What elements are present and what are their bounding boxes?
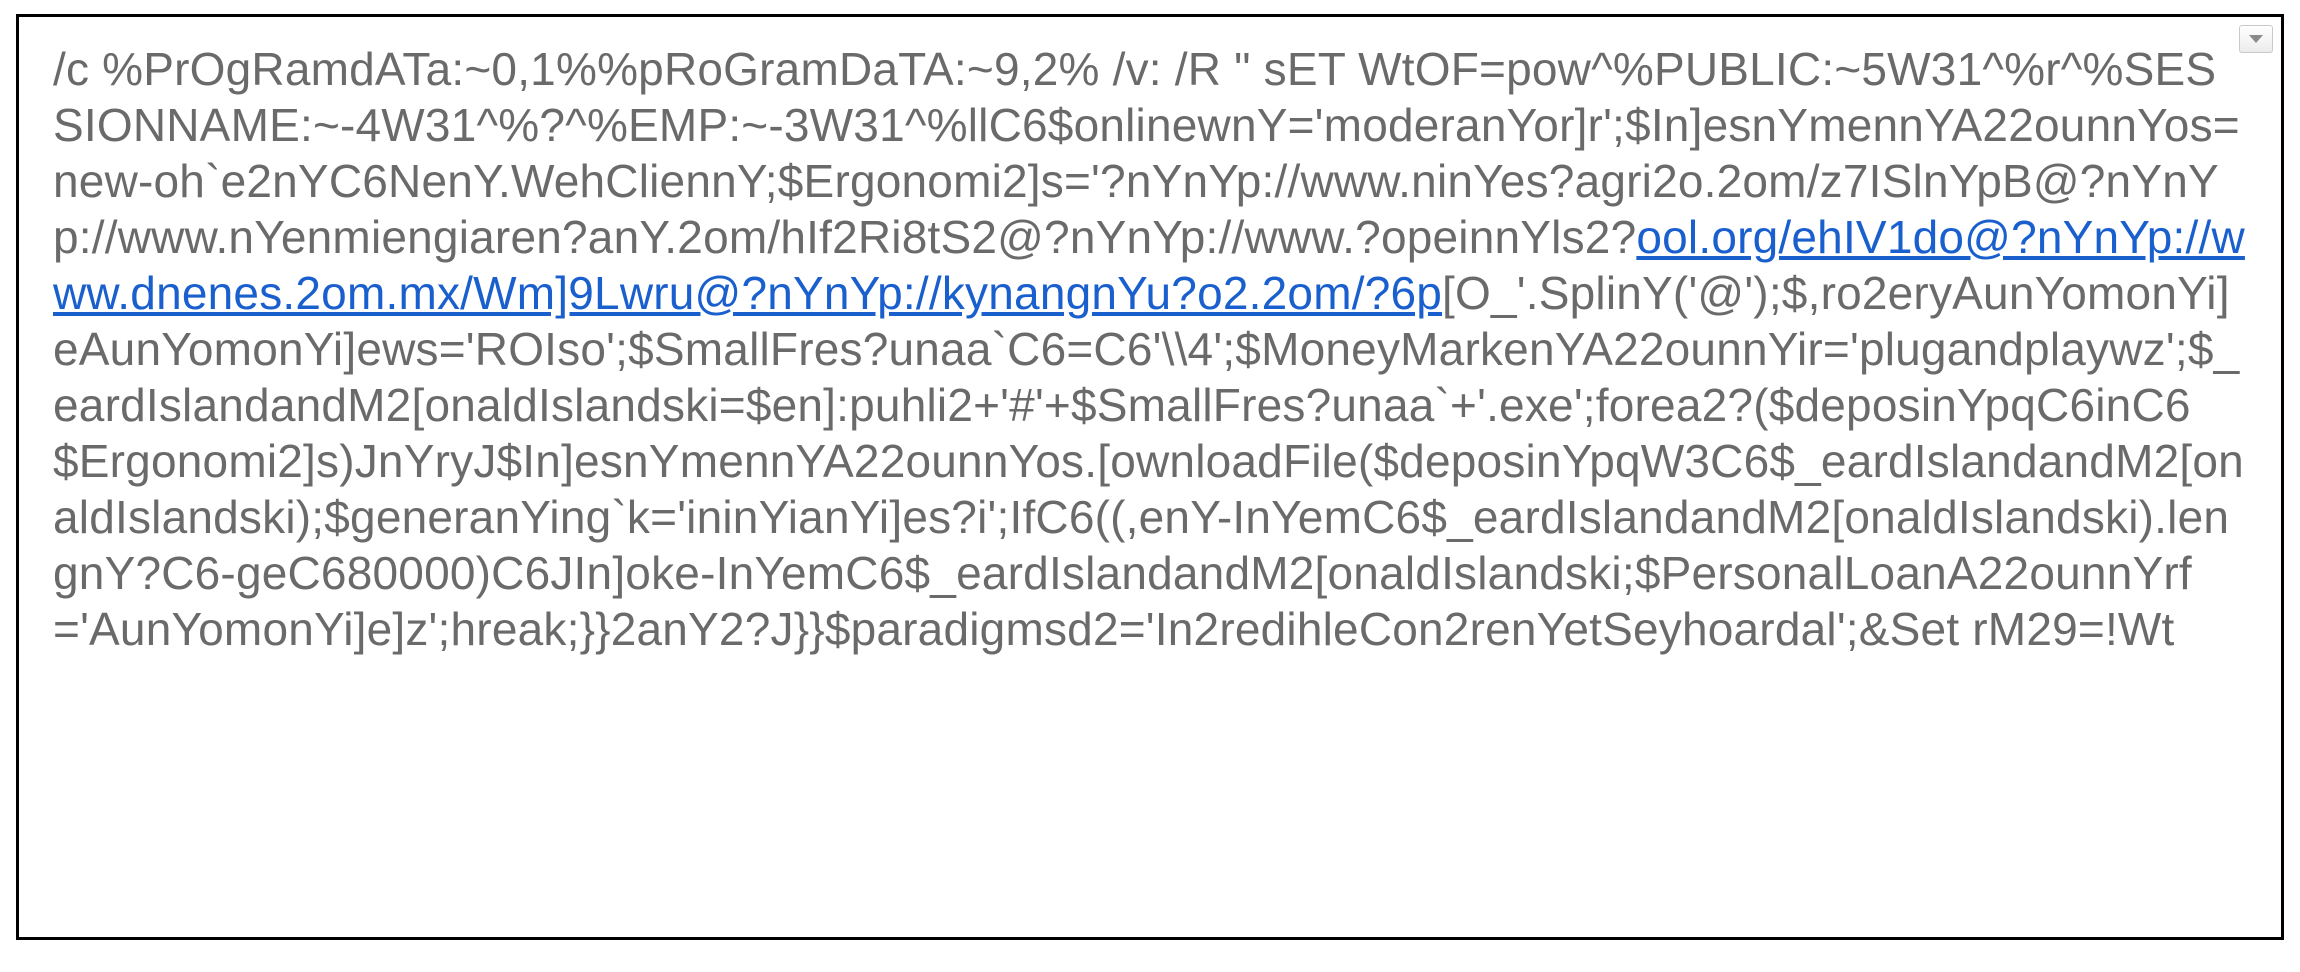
chevron-down-icon bbox=[2248, 34, 2264, 44]
dropdown-toggle-button[interactable] bbox=[2239, 25, 2273, 53]
code-content: /c %PrOgRamdATa:~0,1%%pRoGramDaTA:~9,2% … bbox=[53, 41, 2247, 657]
code-text-segment: [O_'.SplinY('@');$,ro2eryAunYomonYi]eAun… bbox=[53, 267, 2244, 655]
code-snippet-box: /c %PrOgRamdATa:~0,1%%pRoGramDaTA:~9,2% … bbox=[16, 14, 2284, 940]
